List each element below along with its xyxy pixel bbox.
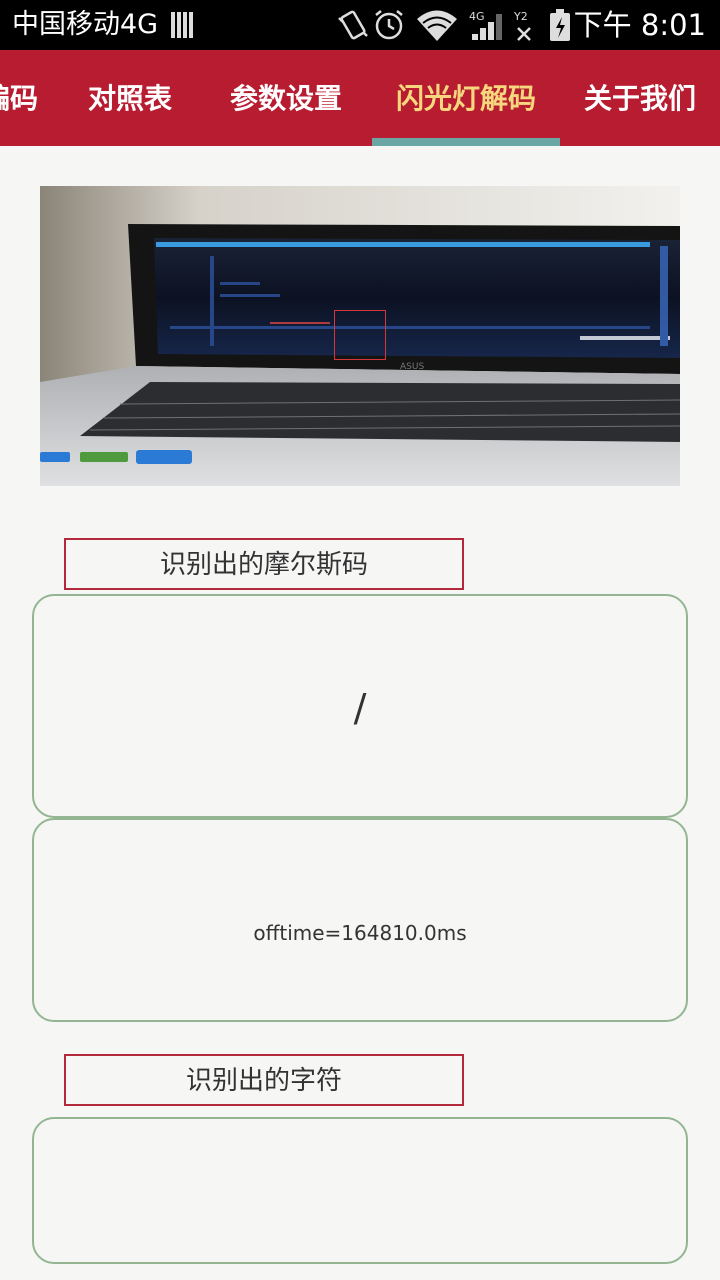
tab-settings[interactable]: 参数设置: [230, 50, 342, 146]
camera-preview[interactable]: ASUS: [40, 186, 680, 486]
sim-bars-icon: [171, 12, 195, 38]
offtime-panel: offtime=164810.0ms: [32, 818, 688, 1022]
morse-section-label: 识别出的摩尔斯码: [64, 538, 464, 590]
no-signal-icon: Y2: [513, 10, 531, 41]
signal-icon: 4G: [469, 10, 502, 40]
wifi-icon: [417, 10, 457, 41]
tab-indicator: [372, 138, 560, 146]
tab-lookup-table[interactable]: 对照表: [88, 50, 172, 146]
tab-flash-decode[interactable]: 闪光灯解码: [396, 50, 536, 146]
vibrate-icon: [338, 10, 368, 40]
detection-focus-box: [334, 310, 386, 360]
tab-about-us[interactable]: 关于我们: [584, 50, 696, 146]
battery-icon: [550, 9, 570, 41]
status-bar: 中国移动4G 4G Y2 下午 8:01: [0, 0, 720, 50]
svg-text:Y2: Y2: [513, 10, 528, 23]
offtime-value: offtime=164810.0ms: [253, 921, 467, 945]
tab-bar: 编码 对照表 参数设置 闪光灯解码 关于我们: [0, 50, 720, 146]
morse-output-value: /: [353, 686, 367, 730]
tab-encode[interactable]: 编码: [0, 50, 38, 146]
carrier-name: 中国移动4G: [12, 9, 159, 40]
status-time: 下午 8:01: [573, 8, 706, 42]
alarm-icon: [375, 10, 403, 40]
char-output-panel: [32, 1117, 688, 1264]
svg-text:4G: 4G: [469, 10, 485, 23]
morse-output-panel: /: [32, 594, 688, 818]
char-section-label: 识别出的字符: [64, 1054, 464, 1106]
